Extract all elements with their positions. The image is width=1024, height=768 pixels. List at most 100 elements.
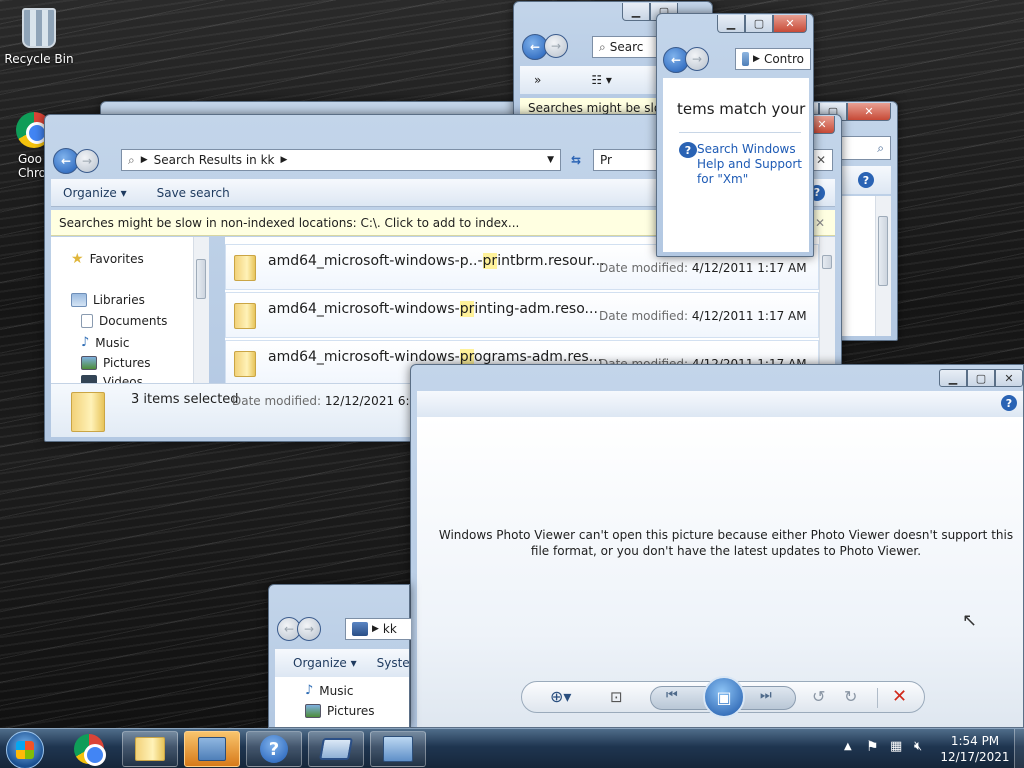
close-button[interactable]: ✕ — [995, 369, 1023, 387]
content-pane — [841, 196, 891, 336]
mouse-cursor: ↖ — [962, 610, 978, 631]
organize-button[interactable]: Organize ▾ — [63, 186, 127, 200]
scrollbar-thumb[interactable] — [822, 255, 832, 269]
maximize-button[interactable]: ▢ — [967, 369, 995, 387]
clock-date: 12/17/2021 — [940, 750, 1010, 764]
photo-viewer-window[interactable]: ▁ ▢ ✕ ? Windows Photo Viewer can't open … — [410, 364, 1024, 728]
breadcrumb[interactable]: Contro — [764, 52, 804, 66]
help-icon: ? — [679, 142, 697, 158]
address-bar[interactable]: ▶ Contro — [735, 48, 811, 70]
forward-button[interactable]: → — [685, 47, 709, 71]
pictures-icon — [305, 704, 321, 718]
nav-videos[interactable]: Videos — [81, 375, 143, 383]
previous-icon[interactable]: ⏮ — [666, 688, 678, 703]
nav-libraries[interactable]: Libraries — [71, 293, 145, 307]
scrollbar-thumb[interactable] — [878, 216, 888, 286]
organize-label: Organize — [293, 656, 347, 670]
maximize-button[interactable]: ▢ — [745, 15, 773, 33]
slideshow-button[interactable]: ▣ — [703, 676, 745, 718]
chrome-icon — [74, 734, 106, 766]
zoom-icon[interactable]: ⊕▾ — [550, 687, 571, 706]
help-icon: ? — [260, 735, 288, 763]
forward-button[interactable]: → — [297, 617, 321, 641]
volume-muted-icon[interactable]: 🔇︎ — [914, 739, 922, 754]
taskbar-chrome[interactable] — [72, 733, 106, 766]
refresh-icon[interactable]: ⇆ — [563, 149, 589, 171]
nav-music[interactable]: ♪ Music — [81, 335, 129, 350]
error-message: Windows Photo Viewer can't open this pic… — [438, 528, 1014, 558]
help-search-link[interactable]: Search Windows Help and Support for "Xm" — [697, 142, 805, 187]
nav-pictures[interactable]: Pictures — [81, 356, 151, 370]
close-button[interactable]: ✕ — [847, 103, 891, 121]
organize-label: Organize — [63, 185, 117, 200]
save-search-button[interactable]: Save search — [157, 186, 230, 200]
search-input-value: Pr — [600, 153, 612, 167]
nav-pictures[interactable]: Pictures — [305, 704, 375, 718]
breadcrumb-separator: ▶ — [280, 155, 288, 165]
close-button[interactable]: ✕ — [773, 15, 807, 33]
clock-time: 1:54 PM — [950, 734, 1000, 748]
delete-icon[interactable]: ✕ — [892, 686, 907, 707]
nav-documents[interactable]: Documents — [81, 314, 167, 328]
info-bar-text: Searches might be slow in non-indexed lo… — [59, 215, 520, 230]
breadcrumb-separator: ▶ — [753, 54, 760, 64]
nav-music[interactable]: ♪ Music — [305, 683, 353, 698]
nav-pane-scrollbar[interactable] — [193, 237, 209, 383]
clear-search-icon[interactable]: ✕ — [816, 153, 826, 167]
desktop-icon-google-chrome[interactable]: Goo Chro — [0, 112, 52, 180]
start-button[interactable] — [6, 731, 44, 768]
scrollbar-thumb[interactable] — [196, 259, 206, 299]
actual-size-icon[interactable]: ⊡ — [610, 688, 623, 706]
vertical-scrollbar[interactable] — [875, 196, 891, 336]
nav-label: Videos — [103, 375, 143, 383]
next-icon[interactable]: ⏭ — [760, 688, 772, 703]
show-hidden-icons[interactable]: ▲ — [844, 741, 852, 752]
help-icon[interactable]: ? — [1001, 395, 1017, 411]
nav-label: Music — [95, 335, 130, 350]
search-icon[interactable]: ⌕ — [841, 136, 891, 160]
toolbar-area: ? — [841, 166, 891, 194]
search-text: Searc — [609, 40, 644, 54]
show-desktop-button[interactable] — [1014, 729, 1024, 768]
address-bar[interactable]: ▶ kk — [345, 618, 411, 640]
search-icon: ⌕ — [599, 39, 606, 54]
windows-logo-icon — [16, 741, 34, 759]
rotate-right-icon[interactable]: ↻ — [844, 687, 857, 706]
taskbar-photo-viewer[interactable] — [308, 731, 364, 767]
nav-favorites[interactable]: ★ Favorites — [71, 251, 144, 267]
action-center-flag-icon[interactable]: ⚑ — [866, 739, 879, 755]
minimize-button[interactable]: ▁ — [939, 369, 967, 387]
results-scrollbar[interactable] — [819, 237, 835, 383]
nav-buttons: ← → — [522, 34, 568, 60]
window-controls: ▁ ▢ ✕ — [717, 15, 807, 33]
taskbar-control-panel[interactable] — [184, 731, 240, 767]
minimize-button[interactable]: ▁ — [622, 3, 650, 21]
no-results-heading: tems match your se — [677, 100, 809, 118]
forward-button[interactable]: → — [544, 34, 568, 58]
help-icon[interactable]: ? — [858, 172, 874, 188]
more-icon[interactable]: » — [534, 73, 541, 87]
address-bar[interactable]: ⌕ ▶ Search Results in kk ▶ ▼ — [121, 149, 561, 171]
network-status-icon[interactable]: ▦ — [890, 739, 902, 754]
bottom-explorer-window[interactable]: ← → ▶ kk Organize ▾ Syste ♪ Music Pictur… — [268, 584, 411, 728]
breadcrumb[interactable]: kk — [383, 622, 397, 636]
breadcrumb[interactable]: Search Results in kk — [154, 153, 275, 167]
address-dropdown-icon[interactable]: ▼ — [547, 155, 554, 165]
taskbar-explorer[interactable] — [122, 731, 178, 767]
search-folder-icon: ⌕ — [128, 152, 135, 167]
list-item[interactable]: amd64_microsoft-windows-printing-adm.res… — [225, 292, 819, 338]
rotate-left-icon[interactable]: ↺ — [812, 687, 825, 706]
desktop-icon-recycle-bin[interactable]: Recycle Bin — [1, 8, 77, 66]
organize-button[interactable]: Organize ▾ — [293, 656, 357, 670]
close-icon[interactable]: ✕ — [815, 216, 825, 230]
network-icon — [383, 736, 413, 762]
system-button[interactable]: Syste — [377, 656, 409, 670]
control-panel-window[interactable]: ▁ ▢ ✕ ← → ▶ Contro tems match your se ? … — [656, 13, 814, 257]
computer-icon — [352, 622, 368, 636]
view-options-icon[interactable]: ☷ ▾ — [591, 73, 612, 87]
forward-button[interactable]: → — [75, 149, 99, 173]
minimize-button[interactable]: ▁ — [717, 15, 745, 33]
clock[interactable]: 1:54 PM 12/17/2021 — [940, 733, 1010, 765]
taskbar-help[interactable]: ? — [246, 731, 302, 767]
taskbar-network[interactable] — [370, 731, 426, 767]
